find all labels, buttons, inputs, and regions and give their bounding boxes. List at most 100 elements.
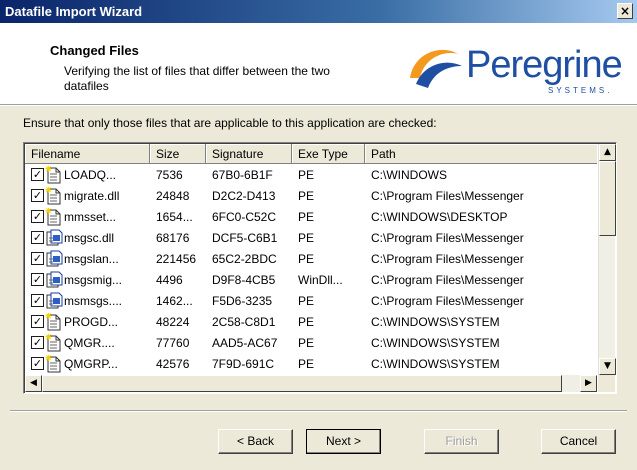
file-new-icon [44, 165, 63, 184]
cell-signature: AAD5-AC67 [212, 336, 278, 350]
row-checkbox[interactable]: ✓ [31, 189, 44, 202]
header-separator [0, 105, 637, 106]
horizontal-scrollbar[interactable]: ◀ ▶ [25, 375, 597, 392]
button-divider [10, 410, 627, 412]
wizard-header: Changed Files Verifying the list of file… [0, 23, 637, 105]
cell-exe-type: PE [298, 315, 315, 329]
row-checkbox[interactable]: ✓ [31, 357, 44, 370]
row-checkbox[interactable]: ✓ [31, 168, 44, 181]
row-checkbox[interactable]: ✓ [31, 315, 44, 328]
cell-path: C:\Program Files\Messenger [371, 231, 524, 245]
cell-signature: 65C2-2BDC [212, 252, 277, 266]
table-row[interactable]: ✓ migrate.dll 24848 D2C2-D413 PE C:\Program F… [25, 185, 597, 207]
row-checkbox[interactable]: ✓ [31, 231, 44, 244]
cell-exe-type: PE [298, 189, 315, 203]
cell-signature: D2C2-D413 [212, 189, 276, 203]
row-checkbox[interactable]: ✓ [31, 336, 44, 349]
cell-signature: 7F9D-691C [212, 357, 275, 371]
title-bar: Datafile Import Wizard × [0, 0, 637, 23]
row-checkbox[interactable]: ✓ [31, 252, 44, 265]
cell-exe-type: PE [298, 231, 315, 245]
file-copy-icon [45, 271, 63, 289]
column-exe-type[interactable]: Exe Type [292, 144, 365, 164]
cell-path: C:\WINDOWS\SYSTEM [371, 336, 500, 350]
logo-subtext: SYSTEMS. [548, 86, 613, 95]
file-list[interactable]: Filename Size Signature Exe Type Path ✓ L… [23, 142, 617, 394]
table-row[interactable]: ✓ msgsmig... 4496 D9F8-4CB5 WinDll... C:\Prog… [25, 269, 597, 291]
list-rows: ✓ LOADQ... 7536 67B0-6B1F PE C:\WINDOWS ✓ migra… [25, 164, 597, 376]
cell-filename: mmsset... [64, 210, 117, 224]
file-new-icon [44, 207, 63, 226]
scroll-up-button[interactable]: ▲ [599, 144, 616, 161]
file-new-icon [44, 312, 63, 331]
table-row[interactable]: ✓ QMGR.... 77760 AAD5-AC67 PE C:\WINDOWS\SYST… [25, 332, 597, 354]
cell-signature: 6FC0-C52C [212, 210, 277, 224]
file-new-icon [44, 333, 63, 352]
table-row[interactable]: ✓ msmsgs.... 1462... F5D6-3235 PE C:\Program … [25, 290, 597, 312]
table-row[interactable]: ✓ mmsset... 1654... 6FC0-C52C PE C:\WINDOWS\D… [25, 206, 597, 228]
column-path[interactable]: Path [365, 144, 597, 164]
page-subtitle: Verifying the list of files that differ … [64, 64, 330, 93]
cell-filename: msgslan... [64, 252, 119, 266]
cancel-button[interactable]: Cancel [541, 429, 616, 454]
cell-filename: msgsmig... [64, 273, 123, 287]
page-title: Changed Files [50, 43, 139, 58]
logo-name: Peregrine [466, 44, 623, 86]
back-button[interactable]: < Back [218, 429, 293, 454]
cell-size: 24848 [156, 189, 190, 203]
row-checkbox[interactable]: ✓ [31, 294, 44, 307]
instruction-label: Ensure that only those files that are ap… [23, 116, 437, 130]
cell-exe-type: WinDll... [298, 273, 343, 287]
cell-filename: PROGD... [64, 315, 119, 329]
column-signature[interactable]: Signature [206, 144, 292, 164]
scroll-left-button[interactable]: ◀ [25, 375, 42, 392]
table-row[interactable]: ✓ msgsc.dll 68176 DCF5-C6B1 PE C:\Program Fil… [25, 227, 597, 249]
table-row[interactable]: ✓ LOADQ... 7536 67B0-6B1F PE C:\WINDOWS [25, 164, 597, 186]
cell-filename: QMGR.... [64, 336, 115, 350]
row-checkbox[interactable]: ✓ [31, 273, 44, 286]
cell-path: C:\Program Files\Messenger [371, 189, 524, 203]
table-row[interactable]: ✓ msgslan... 221456 65C2-2BDC PE C:\Program F… [25, 248, 597, 270]
cell-exe-type: PE [298, 168, 315, 182]
cell-signature: F5D6-3235 [212, 294, 273, 308]
cell-exe-type: PE [298, 210, 315, 224]
cell-signature: D9F8-4CB5 [212, 273, 276, 287]
cell-path: C:\WINDOWS\DESKTOP [371, 210, 508, 224]
scrollbar-corner [598, 375, 615, 392]
file-copy-icon [45, 292, 63, 310]
cell-path: C:\Program Files\Messenger [371, 252, 524, 266]
window-title: Datafile Import Wizard [5, 4, 143, 19]
cell-path: C:\WINDOWS\SYSTEM [371, 357, 500, 371]
cell-exe-type: PE [298, 294, 315, 308]
cell-size: 7536 [156, 168, 183, 182]
cell-size: 4496 [156, 273, 183, 287]
scroll-down-button[interactable]: ▼ [599, 358, 616, 375]
vertical-scrollbar[interactable]: ▲ ▼ [598, 144, 616, 376]
table-row[interactable]: ✓ QMGRP... 42576 7F9D-691C PE C:\WINDOWS\SYST… [25, 353, 597, 375]
vertical-scroll-thumb[interactable] [599, 161, 616, 236]
cell-size: 221456 [156, 252, 197, 266]
file-new-icon [44, 354, 63, 373]
scroll-right-button[interactable]: ▶ [580, 375, 597, 392]
cell-path: C:\WINDOWS [371, 168, 447, 182]
row-checkbox[interactable]: ✓ [31, 210, 44, 223]
cell-filename: msmsgs.... [64, 294, 123, 308]
file-new-icon [44, 186, 63, 205]
cell-size: 48224 [156, 315, 190, 329]
cell-exe-type: PE [298, 252, 315, 266]
cell-filename: LOADQ... [64, 168, 117, 182]
close-button[interactable]: × [617, 3, 633, 19]
table-row[interactable]: ✓ PROGD... 48224 2C58-C8D1 PE C:\WINDOWS\SYST… [25, 311, 597, 333]
finish-button[interactable]: Finish [424, 429, 499, 454]
column-filename[interactable]: Filename [25, 144, 150, 164]
cell-size: 1654... [156, 210, 193, 224]
cell-exe-type: PE [298, 336, 315, 350]
peregrine-logo: Peregrine SYSTEMS. [400, 38, 632, 98]
cell-signature: 67B0-6B1F [212, 168, 273, 182]
cell-size: 68176 [156, 231, 190, 245]
horizontal-scroll-thumb[interactable] [42, 375, 562, 392]
column-size[interactable]: Size [150, 144, 206, 164]
next-button[interactable]: Next > [306, 429, 381, 454]
cell-path: C:\WINDOWS\SYSTEM [371, 315, 500, 329]
cell-exe-type: PE [298, 357, 315, 371]
